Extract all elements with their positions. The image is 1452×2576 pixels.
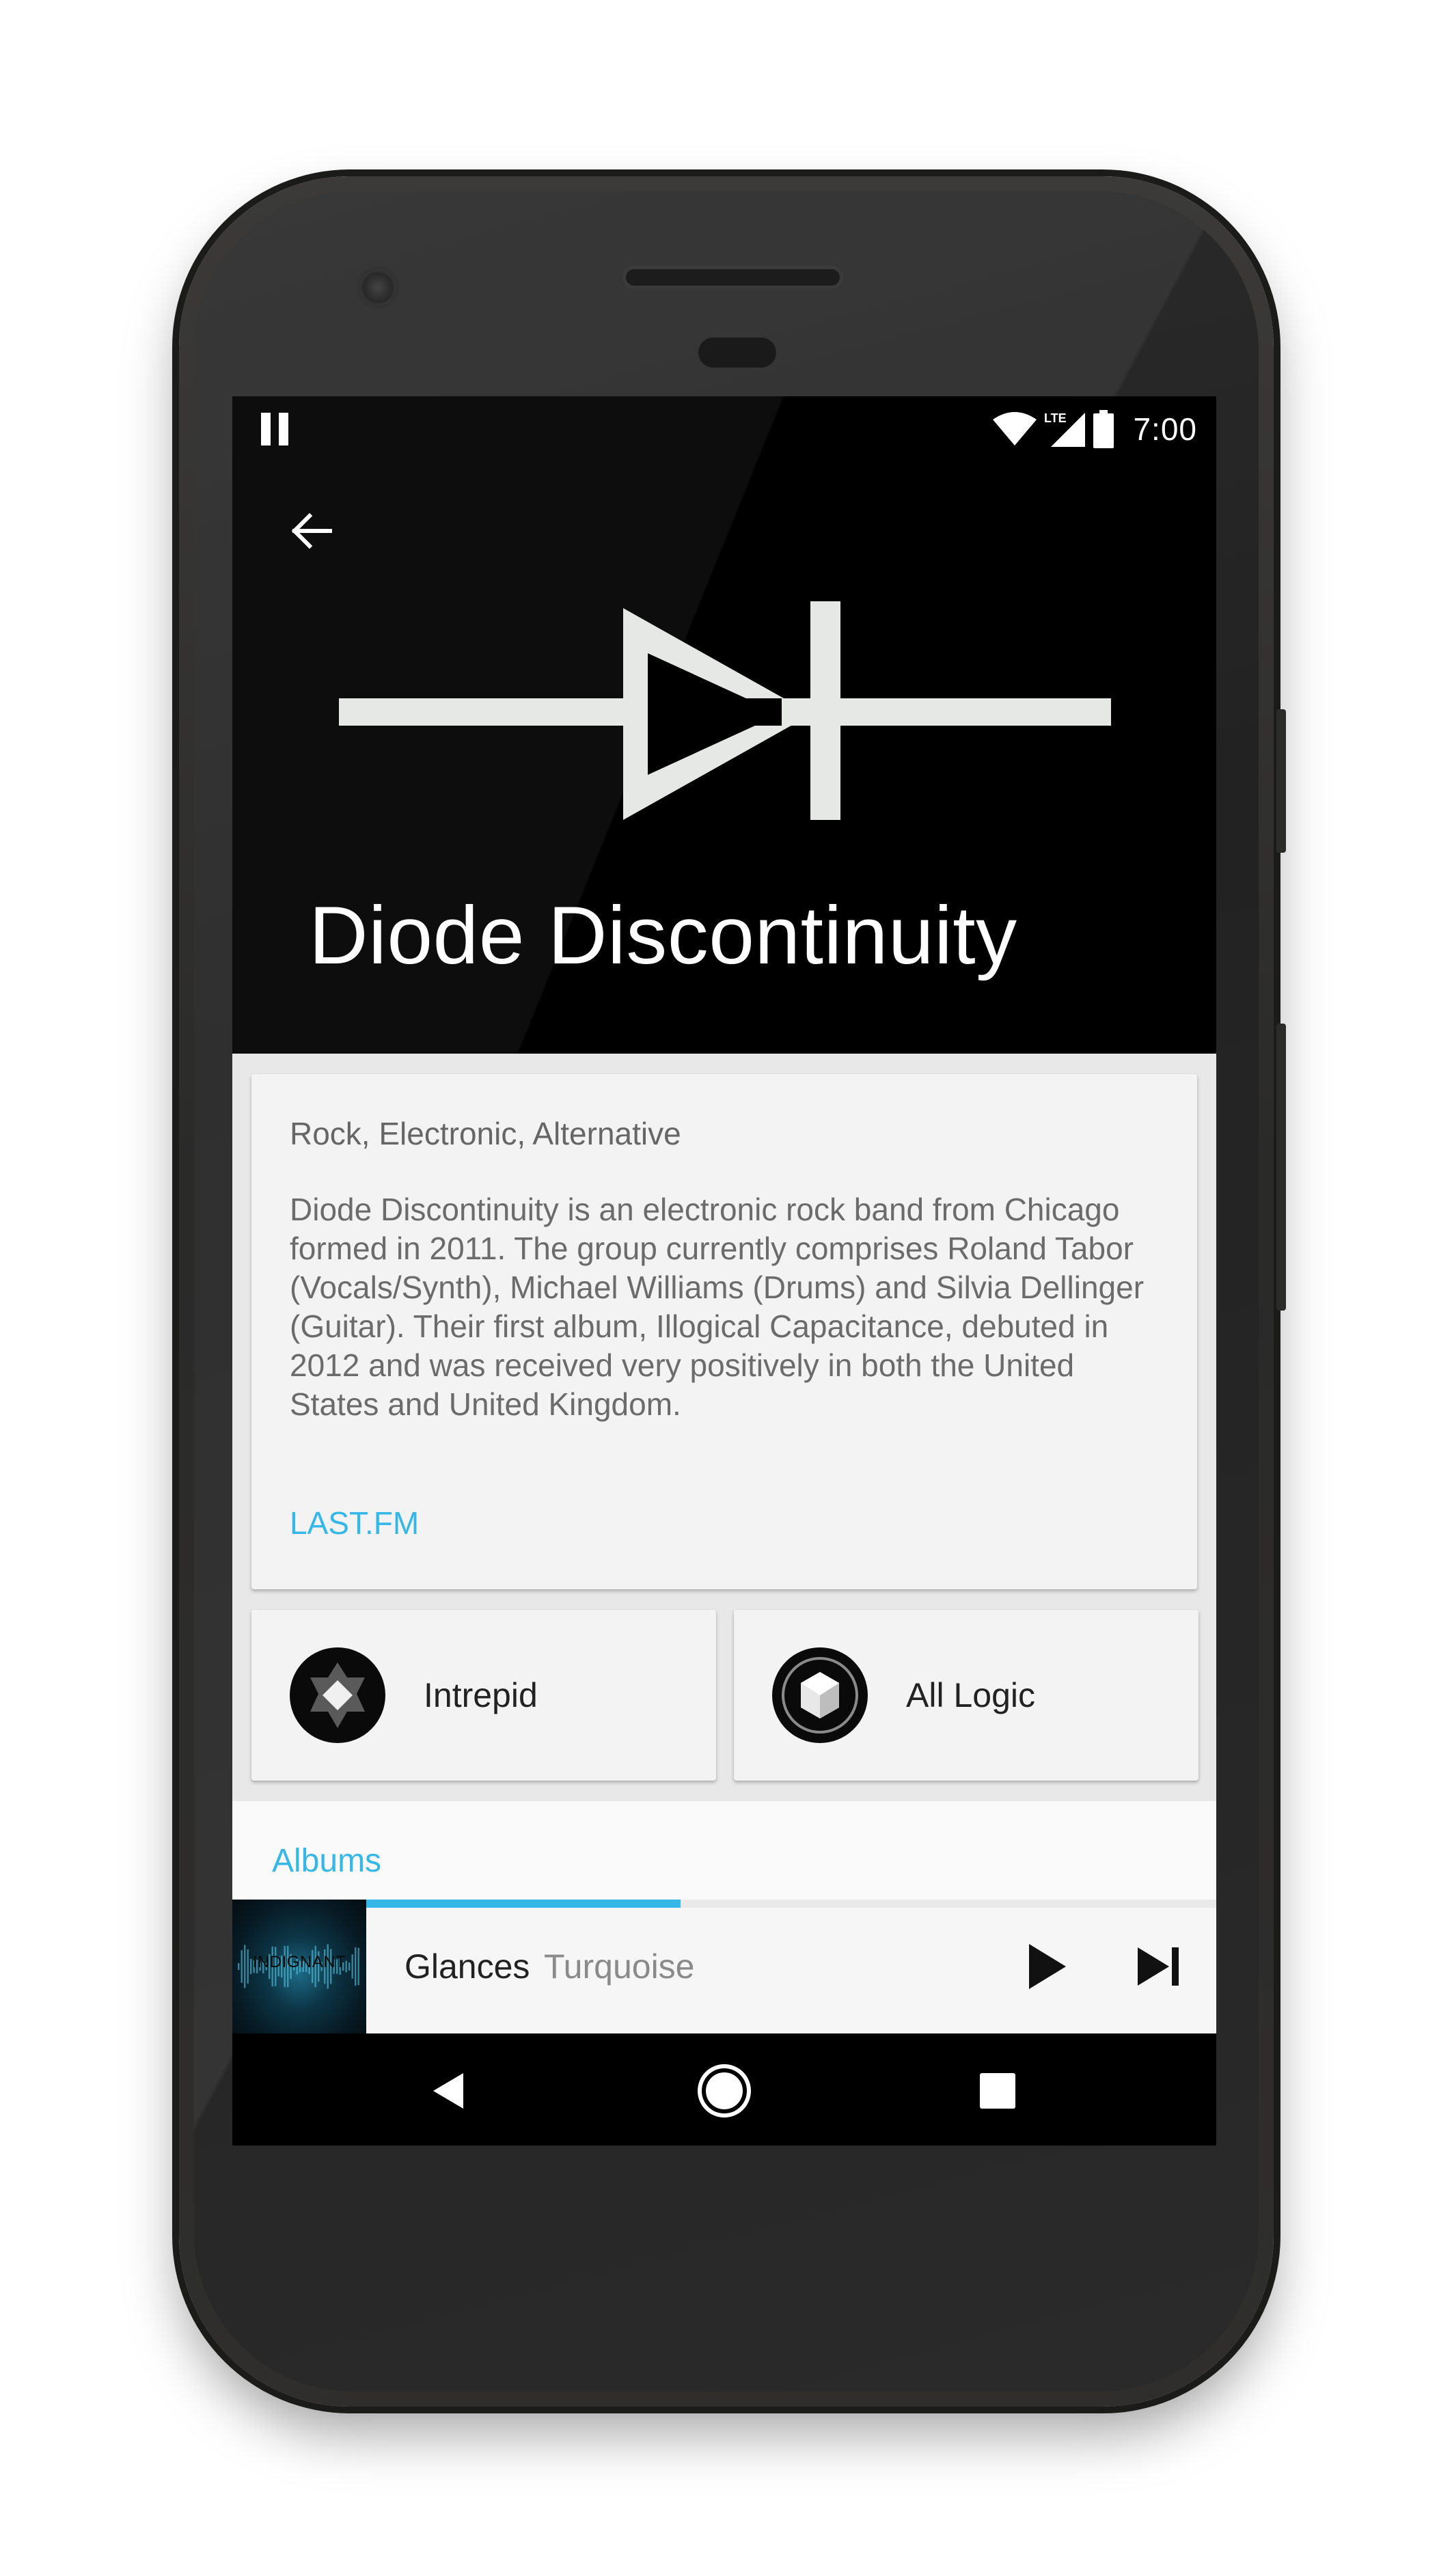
artist-bio-card: Rock, Electronic, Alternative Diode Disc… — [251, 1074, 1197, 1589]
play-button[interactable] — [1013, 1932, 1081, 2001]
nav-back-button[interactable] — [407, 2050, 489, 2132]
power-button — [1276, 709, 1286, 853]
nav-recents-icon — [980, 2073, 1015, 2109]
lastfm-link[interactable]: LAST.FM — [290, 1505, 419, 1542]
nav-recents-button[interactable] — [957, 2050, 1039, 2132]
app-screen: LTE 7:00 Diode Discontinuity Rock, Elect… — [232, 396, 1216, 2146]
status-bar: LTE 7:00 — [232, 396, 1216, 462]
now-playing-album-art[interactable]: INDIGNANT — [232, 1900, 366, 2033]
battery-icon — [1093, 410, 1114, 448]
albums-heading: Albums — [272, 1843, 382, 1879]
similar-artist-name: Intrepid — [424, 1676, 538, 1714]
wifi-icon — [993, 412, 1037, 446]
proximity-sensor — [698, 338, 776, 368]
similar-artist-card-all-logic[interactable]: All Logic — [734, 1610, 1198, 1781]
genre-list: Rock, Electronic, Alternative — [290, 1116, 681, 1151]
all-logic-logo-icon — [772, 1647, 868, 1743]
nav-home-icon — [698, 2064, 751, 2118]
album-art-label: INDIGNANT — [252, 1953, 346, 1971]
artist-logo-diode — [339, 601, 1111, 820]
artist-biography: Diode Discontinuity is an electronic roc… — [290, 1192, 1145, 1422]
play-icon — [1029, 1944, 1066, 1989]
nav-home-button[interactable] — [683, 2050, 765, 2132]
now-playing-bar[interactable]: INDIGNANT Glances Turquoise — [232, 1900, 1216, 2033]
volume-button — [1276, 1024, 1286, 1311]
front-camera — [357, 266, 399, 309]
back-button[interactable] — [273, 493, 348, 568]
similar-artist-card-intrepid[interactable]: Intrepid — [251, 1610, 716, 1781]
now-playing-artist: Turquoise — [544, 1947, 695, 1986]
artist-name-title: Diode Discontinuity — [309, 890, 1017, 981]
similar-artist-name: All Logic — [906, 1676, 1035, 1714]
system-navigation-bar — [232, 2033, 1216, 2146]
arrow-back-icon — [291, 512, 332, 549]
pause-icon — [257, 411, 292, 447]
intrepid-logo-icon — [290, 1647, 385, 1743]
artist-header: LTE 7:00 Diode Discontinuity — [232, 396, 1216, 1054]
status-time: 7:00 — [1133, 411, 1197, 447]
lte-signal-icon: LTE — [1044, 411, 1086, 447]
nav-back-icon — [433, 2073, 463, 2109]
skip-next-icon — [1138, 1947, 1179, 1986]
lte-label: LTE — [1044, 411, 1067, 425]
now-playing-track-title: Glances — [405, 1947, 530, 1986]
skip-next-button[interactable] — [1125, 1932, 1193, 2001]
status-icons: LTE 7:00 — [992, 409, 1197, 450]
earpiece-speaker — [622, 265, 844, 290]
